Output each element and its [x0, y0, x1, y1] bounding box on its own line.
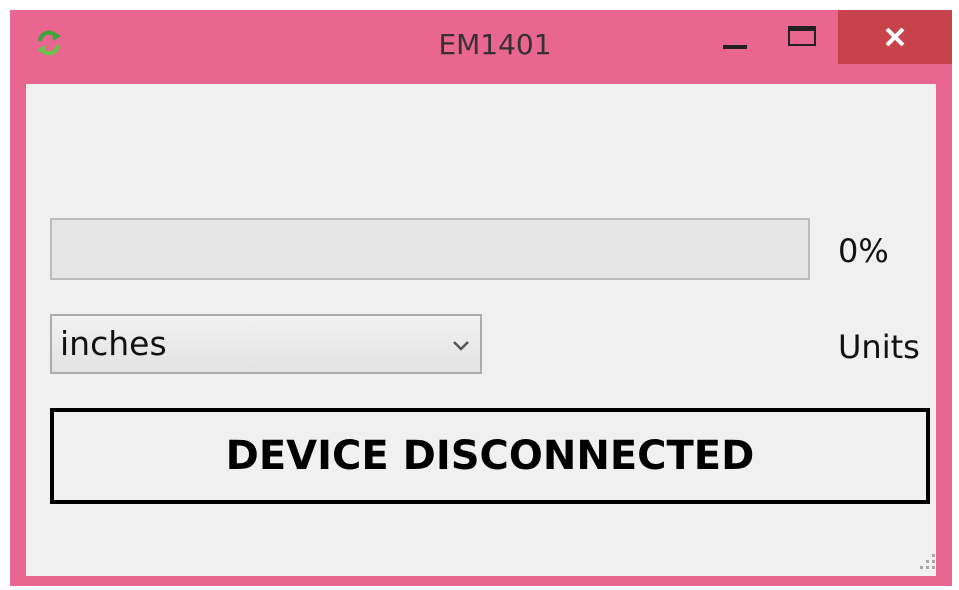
- window-title: EM1401: [438, 28, 552, 61]
- chevron-down-icon: [453, 341, 469, 351]
- progress-bar: [50, 218, 810, 280]
- resize-grip-icon[interactable]: [920, 554, 936, 570]
- units-select[interactable]: inches: [50, 314, 482, 374]
- minimize-button[interactable]: [714, 10, 756, 64]
- close-icon: [885, 27, 905, 47]
- progress-percent: 0%: [838, 232, 889, 270]
- title-bar[interactable]: EM1401: [10, 10, 952, 84]
- close-button[interactable]: [838, 10, 952, 64]
- app-window: EM1401 0% inches Units DEVICE DISCONNECT…: [10, 10, 952, 586]
- refresh-arrows-icon: [34, 28, 64, 58]
- maximize-button[interactable]: [780, 10, 824, 64]
- connection-status: DEVICE DISCONNECTED: [50, 408, 930, 504]
- units-label: Units: [838, 328, 920, 366]
- client-area: 0% inches Units DEVICE DISCONNECTED: [26, 84, 936, 576]
- units-selected-value: inches: [60, 324, 167, 363]
